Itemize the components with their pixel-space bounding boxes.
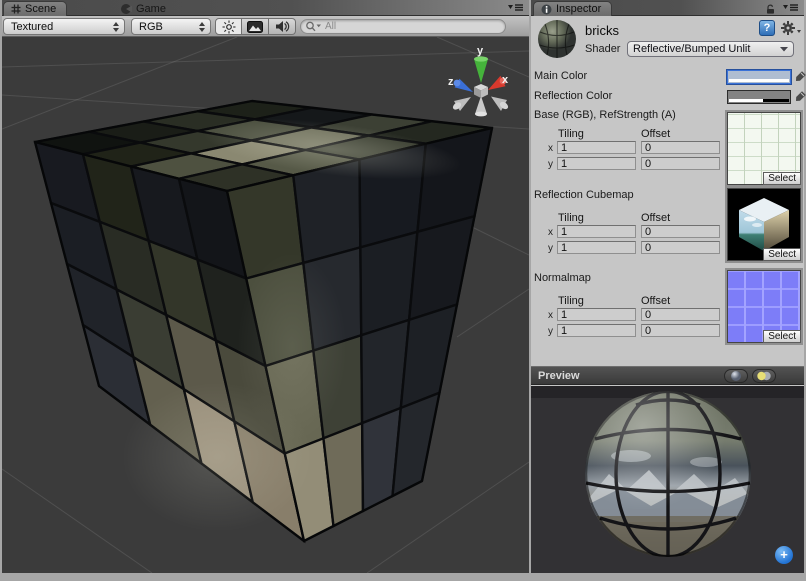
shader-value: Reflective/Bumped Unlit xyxy=(633,43,750,55)
base-tiling-x-input[interactable] xyxy=(557,141,636,154)
updown-arrows-icon xyxy=(198,21,206,33)
tab-scene-label: Scene xyxy=(25,3,56,15)
normalmap-label: Normalmap xyxy=(534,272,591,284)
normalmap-offset-x-input[interactable] xyxy=(641,308,720,321)
material-header: bricks ? Shader xyxy=(531,17,804,63)
svg-text:x: x xyxy=(502,74,509,86)
assetbundle-plus-icon[interactable]: + xyxy=(775,546,793,564)
shader-dropdown[interactable]: Reflective/Bumped Unlit xyxy=(627,41,794,57)
color-mode-dropdown[interactable]: RGB xyxy=(131,18,211,35)
shader-label: Shader xyxy=(585,43,620,55)
inspector-panel: Inspector xyxy=(531,0,804,573)
scene-search xyxy=(300,19,506,34)
grid-icon xyxy=(11,4,21,14)
base-offset-x-input[interactable] xyxy=(641,141,720,154)
x-row-label: x xyxy=(548,227,553,238)
inspector-tabstrip: Inspector xyxy=(531,0,804,16)
base-map-label: Base (RGB), RefStrength (A) xyxy=(534,109,676,121)
sphere-icon xyxy=(730,370,742,382)
image-icon xyxy=(247,21,263,33)
render-mode-value: Textured xyxy=(11,21,53,33)
offset-header: Offset xyxy=(641,295,670,307)
reflection-color-swatch[interactable] xyxy=(727,90,791,104)
scene-tabstrip: Scene Game xyxy=(2,0,529,16)
y-row-label: y xyxy=(548,159,553,170)
base-select-button[interactable]: Select xyxy=(763,172,801,185)
preview-header: Preview xyxy=(531,366,804,385)
audio-toggle-button[interactable] xyxy=(269,18,296,35)
tab-scene[interactable]: Scene xyxy=(3,1,67,16)
material-name: bricks xyxy=(585,23,619,38)
cubemap-tiling-y-input[interactable] xyxy=(557,241,636,254)
tiling-header: Tiling xyxy=(558,212,584,224)
sun-icon xyxy=(222,20,236,34)
normalmap-tiling-y-input[interactable] xyxy=(557,324,636,337)
search-icon[interactable] xyxy=(305,20,322,33)
cubemap-offset-x-input[interactable] xyxy=(641,225,720,238)
svg-text:z: z xyxy=(448,76,454,88)
reflection-color-label: Reflection Color xyxy=(534,90,612,102)
y-row-label: y xyxy=(548,243,553,254)
image-effects-toggle-button[interactable] xyxy=(242,18,269,35)
svg-text:y: y xyxy=(477,45,484,57)
material-preview-ball xyxy=(537,19,577,59)
tab-game[interactable]: Game xyxy=(112,1,174,16)
main-color-alpha-bar xyxy=(729,79,789,82)
preview-sphere xyxy=(531,386,804,573)
base-texture-thumbnail[interactable]: Select xyxy=(727,112,801,185)
scene-pane-menu-icon[interactable] xyxy=(508,3,524,12)
info-icon xyxy=(541,4,552,15)
lighting-icon xyxy=(756,370,772,382)
tab-game-label: Game xyxy=(136,3,166,15)
cubemap-label: Reflection Cubemap xyxy=(534,189,634,201)
main-color-label: Main Color xyxy=(534,70,587,82)
lock-icon[interactable] xyxy=(765,4,776,14)
cubemap-select-button[interactable]: Select xyxy=(763,248,801,261)
unity-editor-window: Scene Game Textured xyxy=(0,0,806,581)
lighting-toggle-button[interactable] xyxy=(215,18,242,35)
preview-sphere-button[interactable] xyxy=(724,369,748,383)
cubemap-tiling-x-input[interactable] xyxy=(557,225,636,238)
tab-inspector[interactable]: Inspector xyxy=(533,1,612,16)
inspector-pane-menu-icon[interactable] xyxy=(783,3,799,12)
updown-arrows-icon xyxy=(112,21,120,33)
game-icon xyxy=(120,3,132,15)
scene-panel: Scene Game Textured xyxy=(2,0,529,573)
eyedropper-icon[interactable] xyxy=(794,90,806,103)
offset-header: Offset xyxy=(641,128,670,140)
chevron-down-icon xyxy=(780,46,788,52)
normalmap-tiling-x-input[interactable] xyxy=(557,308,636,321)
normalmap-thumbnail[interactable]: Select xyxy=(727,270,801,343)
preview-lighting-button[interactable] xyxy=(752,369,776,383)
material-preview-area[interactable]: + xyxy=(531,386,804,573)
eyedropper-icon[interactable] xyxy=(794,70,806,83)
scene-viewport[interactable]: y z x xyxy=(2,37,529,573)
normalmap-select-button[interactable]: Select xyxy=(763,330,801,343)
cubemap-thumbnail[interactable]: Select xyxy=(727,188,801,261)
base-offset-y-input[interactable] xyxy=(641,157,720,170)
normalmap-offset-y-input[interactable] xyxy=(641,324,720,337)
y-row-label: y xyxy=(548,326,553,337)
x-row-label: x xyxy=(548,143,553,154)
tiling-header: Tiling xyxy=(558,128,584,140)
tiling-header: Tiling xyxy=(558,295,584,307)
reflection-color-alpha-bar xyxy=(729,99,789,102)
cubemap-offset-y-input[interactable] xyxy=(641,241,720,254)
scene-toolbar: Textured RGB xyxy=(2,16,529,37)
x-row-label: x xyxy=(548,310,553,321)
offset-header: Offset xyxy=(641,212,670,224)
scene-search-input[interactable] xyxy=(300,19,506,34)
base-tiling-y-input[interactable] xyxy=(557,157,636,170)
main-color-swatch[interactable] xyxy=(727,70,791,84)
preview-title: Preview xyxy=(538,370,580,382)
help-icon[interactable]: ? xyxy=(759,20,775,36)
color-mode-value: RGB xyxy=(139,21,163,33)
gear-icon[interactable] xyxy=(780,20,802,36)
render-mode-dropdown[interactable]: Textured xyxy=(3,18,125,35)
tab-inspector-label: Inspector xyxy=(556,3,601,15)
speaker-icon xyxy=(275,20,290,33)
